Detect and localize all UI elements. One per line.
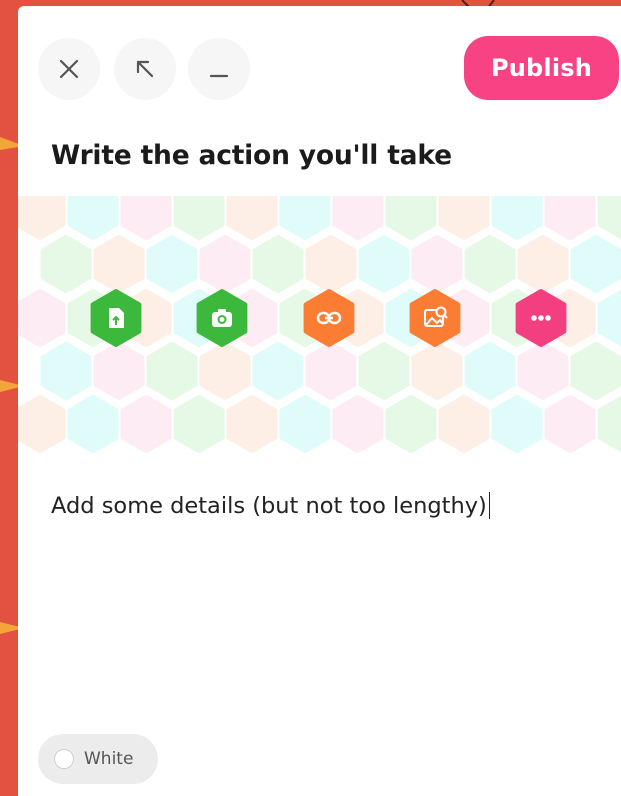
- hex-tile: [544, 394, 596, 454]
- link-button[interactable]: [303, 289, 355, 347]
- action-card: Publish Write the action you'll take Add…: [18, 6, 621, 796]
- hex-tile: [18, 288, 66, 348]
- more-button[interactable]: [515, 289, 567, 347]
- hex-tile: [438, 196, 490, 241]
- hex-tile: [226, 196, 278, 241]
- hex-tile: [385, 196, 437, 241]
- hex-tile: [93, 341, 145, 401]
- hex-tile: [597, 289, 621, 347]
- hex-tile: [18, 196, 66, 241]
- hex-tile: [173, 394, 225, 454]
- arrow-up-left-icon: [136, 60, 154, 78]
- file-upload-icon: [109, 308, 124, 328]
- hex-tile: [464, 234, 516, 294]
- hex-tile: [597, 395, 621, 453]
- hex-tile: [597, 196, 621, 240]
- hex-tile: [199, 234, 251, 294]
- details-input[interactable]: Add some details (but not too lengthy): [51, 492, 591, 519]
- hex-tile: [358, 234, 410, 294]
- hex-tile: [40, 341, 92, 401]
- hex-tile: [67, 394, 119, 454]
- color-label: White: [84, 749, 134, 769]
- hex-tile: [332, 394, 384, 454]
- hex-tile: [93, 234, 145, 294]
- hex-tile: [40, 234, 92, 294]
- hex-tile: [146, 341, 198, 401]
- hex-tile: [411, 341, 463, 401]
- hex-tile: [120, 394, 172, 454]
- close-icon: [59, 59, 79, 79]
- hex-tile: [120, 196, 172, 241]
- minimize-button[interactable]: [188, 38, 250, 100]
- hex-tile: [517, 341, 569, 401]
- image-search-button[interactable]: [409, 289, 461, 347]
- minimize-icon: [209, 74, 229, 78]
- page-title[interactable]: Write the action you'll take: [51, 140, 452, 171]
- hex-tile: [279, 394, 331, 454]
- file-upload-button[interactable]: [90, 289, 142, 347]
- hex-tile: [305, 341, 357, 401]
- publish-button[interactable]: Publish: [464, 36, 619, 100]
- camera-button[interactable]: [196, 289, 248, 347]
- hex-tile: [517, 234, 569, 294]
- hex-tile: [226, 394, 278, 454]
- hex-tile: [491, 394, 543, 454]
- hex-tile: [411, 234, 463, 294]
- hex-tile: [67, 196, 119, 241]
- color-radio[interactable]: [54, 749, 74, 769]
- hex-tile: [358, 341, 410, 401]
- hex-tile: [305, 234, 357, 294]
- hex-tile: [173, 196, 225, 241]
- hex-tile: [252, 234, 304, 294]
- hex-tile: [146, 234, 198, 294]
- hex-tile: [332, 196, 384, 241]
- hex-tile: [464, 341, 516, 401]
- text-cursor: [488, 492, 491, 519]
- hex-tile: [18, 394, 66, 454]
- hex-tile: [544, 196, 596, 241]
- attachment-hex-grid: [18, 196, 621, 454]
- expand-button[interactable]: [114, 38, 176, 100]
- hex-tile: [438, 394, 490, 454]
- hex-tile: [491, 196, 543, 241]
- hex-tile: [252, 341, 304, 401]
- hex-tile: [199, 341, 251, 401]
- hex-tile: [279, 196, 331, 241]
- hex-tile: [570, 341, 621, 401]
- close-button[interactable]: [38, 38, 100, 100]
- details-text: Add some details (but not too lengthy): [51, 493, 487, 519]
- more-icon: [531, 315, 551, 321]
- hex-tile: [570, 234, 621, 294]
- hex-tile: [385, 394, 437, 454]
- card-color-toggle[interactable]: White: [38, 734, 158, 784]
